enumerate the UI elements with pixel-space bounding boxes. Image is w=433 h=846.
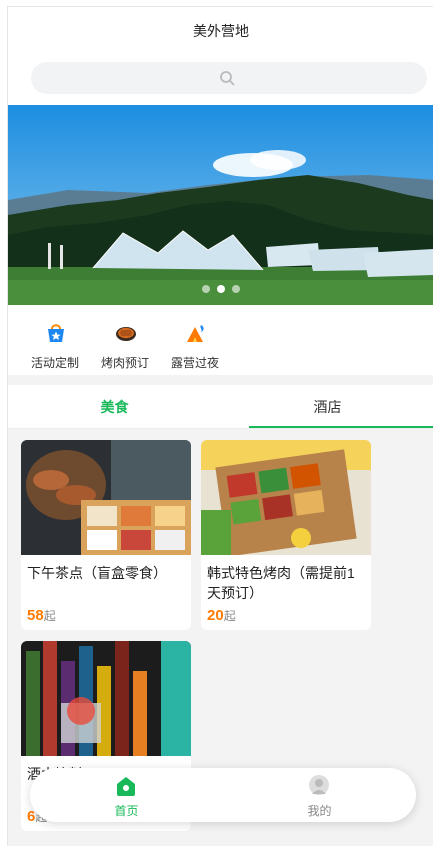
- nav-label: 首页: [114, 804, 139, 818]
- banner-carousel[interactable]: [8, 105, 433, 305]
- carousel-dot[interactable]: [232, 285, 240, 293]
- quick-link-label: 活动定制: [30, 356, 79, 370]
- app-frame: 美外营地 活动定制 烤肉预订 露营过夜 美食 酒店 下午茶点（盲盒零食） 58起…: [7, 6, 433, 846]
- tab-hotel[interactable]: 酒店: [221, 385, 433, 429]
- product-card[interactable]: 下午茶点（盲盒零食） 58起: [21, 440, 191, 630]
- quick-link-camping[interactable]: 露营过夜: [160, 305, 230, 375]
- quick-link-label: 露营过夜: [170, 356, 219, 370]
- search-input[interactable]: [31, 62, 427, 94]
- nav-profile[interactable]: 我的: [223, 768, 416, 822]
- nav-home[interactable]: 首页: [30, 768, 223, 822]
- product-name: 韩式特色烤肉（需提前1天预订）: [207, 565, 355, 601]
- price-suffix: 起: [223, 609, 236, 623]
- product-price: 58起: [27, 607, 56, 624]
- carousel-dot[interactable]: [202, 285, 210, 293]
- top-bar: 美外营地: [8, 7, 433, 105]
- drinks-bottles-photo: [21, 641, 191, 756]
- snack-box-photo: [21, 440, 191, 555]
- page-title: 美外营地: [193, 23, 249, 39]
- korean-bbq-photo: [201, 440, 371, 555]
- carousel-indicator: [8, 285, 433, 293]
- quick-link-bbq[interactable]: 烤肉预订: [90, 305, 160, 375]
- quick-link-activity[interactable]: 活动定制: [20, 305, 90, 375]
- price-value: 58: [27, 607, 44, 624]
- nav-label: 我的: [307, 804, 332, 818]
- tab-indicator: [249, 426, 433, 428]
- category-tabs: 美食 酒店: [8, 385, 433, 429]
- product-name: 下午茶点（盲盒零食）: [27, 565, 167, 581]
- price-suffix: 起: [43, 609, 56, 623]
- product-price: 20起: [207, 607, 236, 624]
- search-icon: [220, 71, 235, 86]
- user-icon: [309, 775, 329, 795]
- product-card[interactable]: 韩式特色烤肉（需提前1天预订） 20起: [201, 440, 371, 630]
- camping-banner-image: [8, 105, 433, 305]
- bbq-grill-icon: [116, 327, 136, 341]
- quick-links: 活动定制 烤肉预订 露营过夜: [8, 305, 433, 375]
- gift-bag-icon: [48, 324, 64, 342]
- campfire-tent-icon: [187, 325, 204, 342]
- price-value: 20: [207, 607, 224, 624]
- tab-food[interactable]: 美食: [8, 385, 221, 429]
- carousel-dot-active[interactable]: [217, 285, 225, 293]
- home-icon: [117, 777, 135, 796]
- quick-link-label: 烤肉预订: [100, 356, 149, 370]
- bottom-navigation: 首页 我的: [30, 768, 416, 822]
